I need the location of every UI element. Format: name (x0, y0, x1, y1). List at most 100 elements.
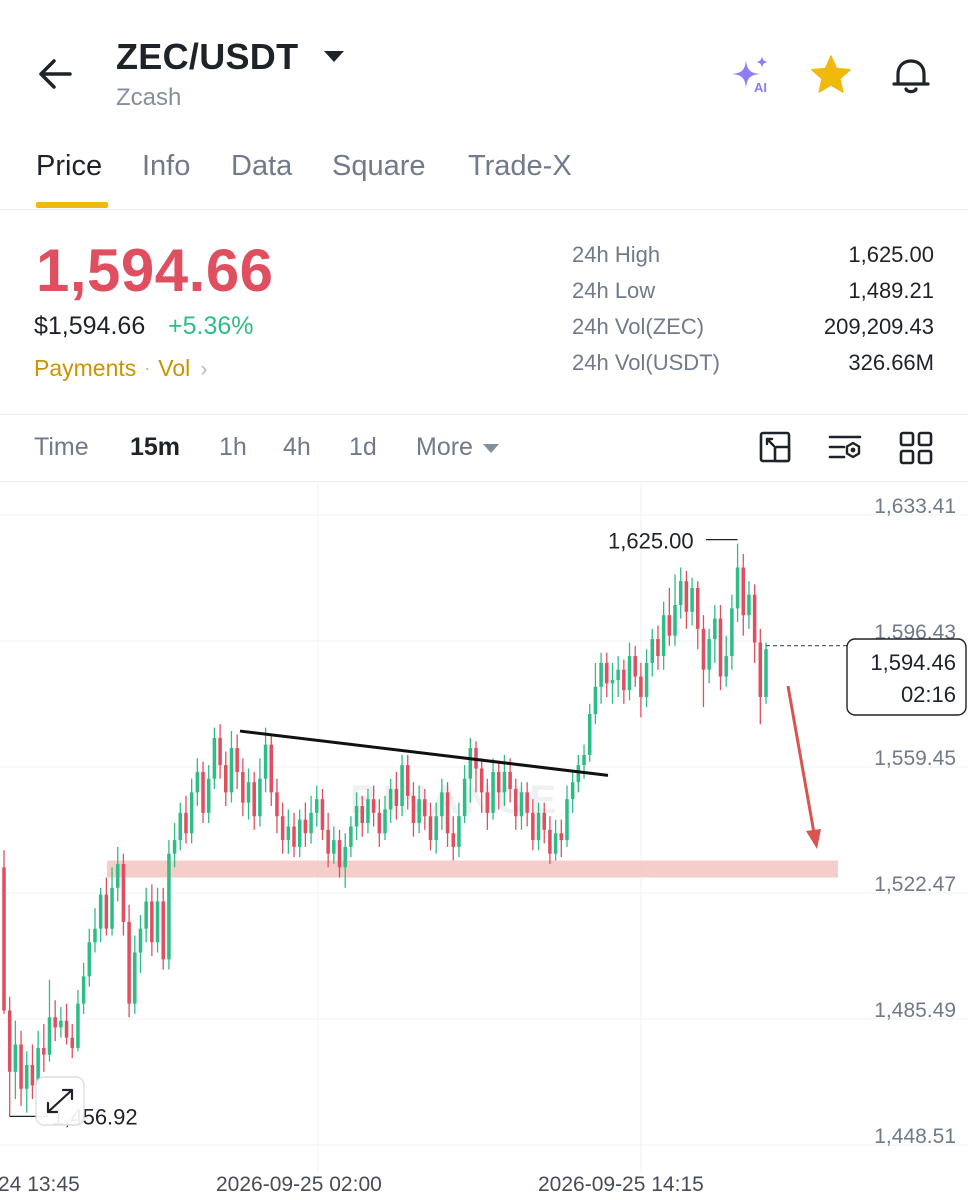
candle-body (690, 587, 694, 612)
candle-body (616, 669, 620, 680)
candle-body (366, 799, 370, 824)
tag-vol[interactable]: Vol (158, 355, 190, 382)
y-axis-tick-label: 1,485.49 (874, 999, 956, 1022)
ai-badge-text: AI (754, 80, 767, 95)
interval-4h[interactable]: 4h (283, 433, 311, 462)
candle-body (758, 642, 763, 697)
caret-down-icon (482, 443, 499, 453)
candle-body (542, 812, 546, 830)
caret-down-icon[interactable] (322, 47, 346, 65)
candle-body (394, 788, 399, 807)
candle-body (496, 771, 501, 793)
tab-info[interactable]: Info (142, 150, 190, 183)
picture-in-picture-icon[interactable] (756, 428, 796, 468)
grid-layout-icon[interactable] (896, 428, 936, 468)
candle-body (508, 771, 512, 789)
candle-body (2, 867, 6, 1011)
candle-body (627, 656, 632, 691)
candle-body (656, 639, 660, 657)
candle-body (246, 782, 251, 803)
candle-body (730, 608, 734, 657)
candle-body (314, 799, 319, 813)
tag-row: Payments · Vol › (34, 354, 208, 382)
candle-body (735, 567, 740, 609)
candle-body (411, 795, 416, 824)
candle-body (741, 567, 746, 616)
x-axis-tick-label: 2026-09-25 02:00 (216, 1173, 382, 1196)
interval-1d[interactable]: 1d (349, 433, 377, 462)
candle-body (451, 833, 456, 847)
candle-body (622, 669, 626, 691)
prediction-arrow-head (806, 829, 821, 849)
candle-body (707, 639, 711, 670)
candle-body (491, 771, 495, 813)
candle-body (19, 1044, 23, 1089)
tab-data[interactable]: Data (231, 150, 292, 183)
candle-body (59, 1020, 63, 1028)
high-price-label: 1,625.00 (608, 529, 694, 554)
candle-body (76, 1003, 80, 1048)
candle-body (468, 748, 473, 779)
stat-label: 24h Vol(USDT) (572, 350, 720, 375)
candle-body (224, 765, 228, 793)
candle-body (405, 765, 410, 796)
interval-1h[interactable]: 1h (219, 433, 247, 462)
candle-body (127, 921, 131, 1004)
candle-body (349, 826, 353, 847)
bell-icon[interactable] (888, 52, 934, 98)
tab-square[interactable]: Square (332, 150, 426, 183)
stat-value: 1,489.21 (848, 278, 934, 303)
interval-15m[interactable]: 15m (130, 433, 180, 462)
stat-value: 209,209.43 (823, 314, 934, 339)
candle-body (30, 1064, 35, 1086)
candle-body (258, 778, 262, 817)
stat-label: 24h High (572, 242, 661, 267)
stat-label: 24h Low (572, 278, 656, 303)
candle-body (576, 765, 581, 783)
stat-row-24h-low: 24h Low 1,489.21 (572, 274, 934, 310)
candle-body (167, 853, 171, 960)
candle-body (423, 799, 427, 817)
stat-row-24h-vol-zec: 24h Vol(ZEC) 209,209.43 (572, 310, 934, 346)
candle-body (206, 778, 211, 813)
prediction-arrow-shaft (786, 685, 816, 834)
interval-bar: Time 15m 1h 4h 1d More (0, 414, 968, 482)
candle-body (388, 788, 393, 810)
chart-canvas[interactable]: BINANCE1,625.001,456.921,633.411,596.431… (0, 483, 968, 1200)
candle-body (212, 737, 217, 779)
ai-sparkle-icon[interactable]: AI (728, 52, 774, 98)
candle-body (502, 771, 507, 793)
candle-body (337, 840, 342, 868)
candle-body (320, 799, 325, 830)
candle-body (354, 806, 359, 827)
candle-body (514, 788, 518, 817)
back-arrow-icon[interactable] (34, 52, 78, 96)
tab-trade-x[interactable]: Trade-X (468, 150, 572, 183)
tag-payments[interactable]: Payments (34, 355, 136, 382)
header: ZEC/USDT Zcash AI (0, 0, 968, 130)
candle-body (570, 782, 575, 800)
pair-title[interactable]: ZEC/USDT (116, 36, 298, 78)
candle-body (383, 809, 387, 834)
candle-body (457, 816, 461, 847)
candle-body (115, 863, 120, 888)
interval-more[interactable]: More (416, 433, 499, 462)
candle-body (138, 928, 143, 953)
tab-price[interactable]: Price (36, 150, 102, 183)
candle-body (98, 894, 103, 929)
candlestick-chart[interactable]: BINANCE 1,625.00 1,456.92 1,633.41 1,596.43 1… (0, 483, 968, 1200)
price-change: +5.36% (168, 312, 254, 340)
tab-bar: Price Info Data Square Trade-X (0, 140, 968, 210)
star-icon[interactable] (808, 52, 854, 98)
candle-body (650, 639, 655, 663)
interval-time[interactable]: Time (34, 433, 89, 462)
y-axis-tick-label: 1,559.45 (874, 747, 956, 770)
candle-body (195, 771, 200, 793)
chevron-right-icon[interactable]: › (200, 356, 207, 382)
support-zone (107, 860, 838, 878)
candle-body (764, 649, 768, 697)
candle-body (24, 1064, 29, 1089)
indicator-settings-icon[interactable] (826, 428, 866, 468)
candle-body (309, 812, 313, 834)
x-axis-tick-label: 24 13:45 (0, 1173, 80, 1196)
